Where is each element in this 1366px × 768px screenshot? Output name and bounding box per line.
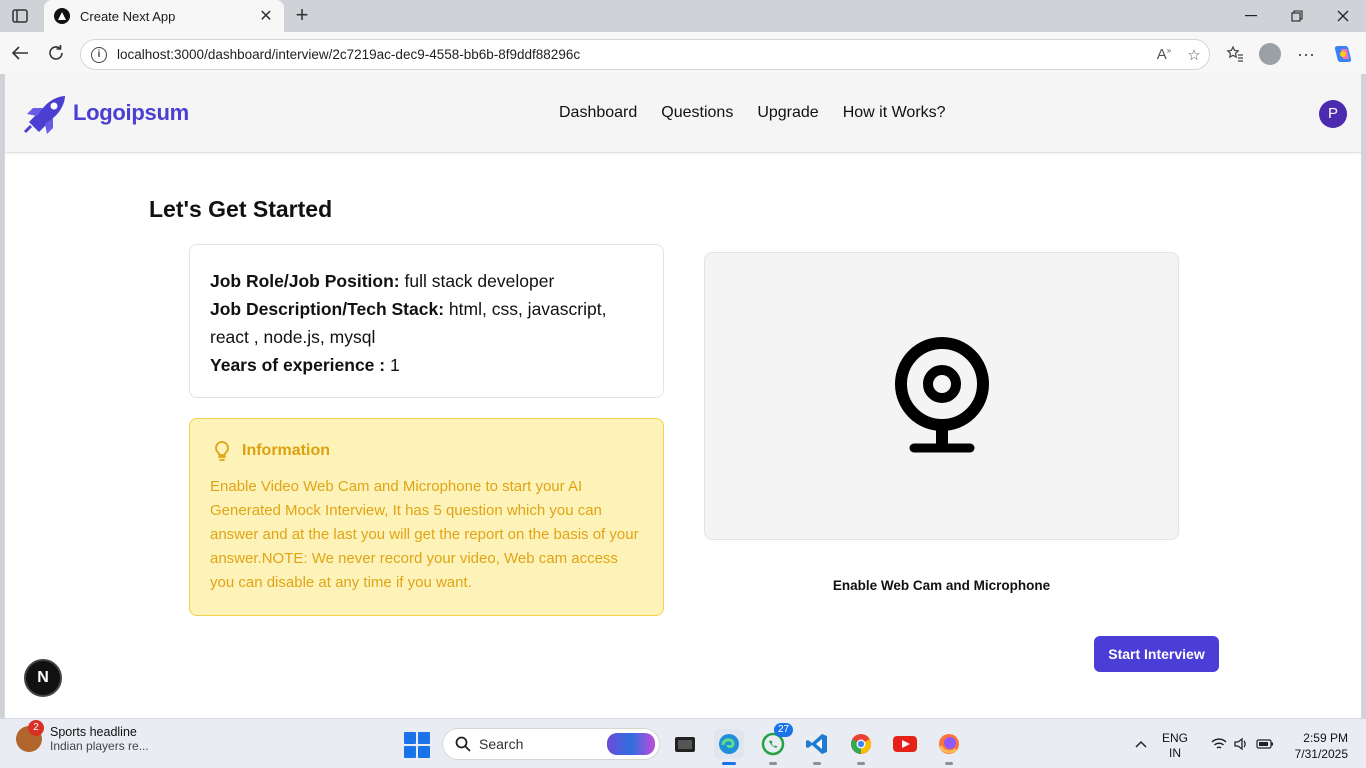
restore-icon[interactable] (1274, 0, 1320, 32)
edge-browser-icon[interactable] (714, 729, 744, 765)
news-subtitle: Indian players re... (50, 739, 149, 753)
copilot-icon[interactable] (1330, 41, 1356, 67)
favorites-icon[interactable] (1222, 41, 1248, 67)
webcam-icon (894, 337, 989, 453)
info-body: Enable Video Web Cam and Microphone to s… (210, 478, 639, 591)
site-info-icon[interactable]: i (91, 46, 107, 63)
back-arrow-icon[interactable] (8, 41, 32, 65)
windows-taskbar: 2 Sports headline Indian players re... S… (0, 718, 1366, 768)
experience-label: Years of experience : (210, 355, 386, 375)
system-clock[interactable]: 2:59 PM 7/31/2025 (1282, 730, 1348, 762)
search-icon (455, 736, 471, 752)
main-nav: Dashboard Questions Upgrade How it Works… (559, 104, 946, 122)
job-role-label: Job Role/Job Position: (210, 271, 400, 291)
refresh-icon[interactable] (44, 41, 68, 65)
profile-icon[interactable] (1257, 41, 1283, 67)
firefox-icon[interactable] (934, 729, 964, 765)
page-title: Let's Get Started (149, 196, 333, 222)
browser-tabbar: Create Next App ✕ + (0, 0, 1366, 32)
logo[interactable]: Logoipsum (23, 92, 189, 134)
user-avatar[interactable]: P (1319, 100, 1347, 128)
volume-icon[interactable] (1228, 729, 1254, 759)
language-line-1: ENG (1162, 731, 1189, 745)
experience-row: Years of experience : 1 (210, 351, 643, 379)
tab-title: Create Next App (80, 8, 176, 24)
chrome-icon[interactable] (846, 729, 876, 765)
windows-start-icon[interactable] (404, 732, 430, 758)
new-tab-button[interactable]: + (290, 4, 314, 28)
file-explorer-icon[interactable] (670, 729, 700, 759)
chevron-up-icon[interactable] (1128, 729, 1154, 759)
start-interview-button[interactable]: Start Interview (1094, 636, 1219, 672)
close-window-icon[interactable] (1320, 0, 1366, 32)
job-role-value: full stack developer (404, 271, 555, 291)
tab-close-icon[interactable]: ✕ (258, 6, 274, 26)
language-indicator[interactable]: ENG IN (1162, 731, 1188, 761)
more-menu-icon[interactable]: ··· (1293, 41, 1319, 67)
battery-icon[interactable] (1252, 729, 1278, 759)
webcam-placeholder[interactable] (704, 252, 1179, 540)
rocket-logo-icon (23, 96, 65, 134)
vscode-icon[interactable] (802, 729, 832, 765)
job-desc-row: Job Description/Tech Stack: html, css, j… (210, 295, 643, 351)
youtube-icon[interactable] (890, 729, 920, 759)
enable-webcam-label[interactable]: Enable Web Cam and Microphone (704, 578, 1179, 593)
lightbulb-icon (215, 441, 229, 461)
minimize-icon[interactable] (1228, 0, 1274, 32)
information-card: Information Enable Video Web Cam and Mic… (189, 418, 664, 616)
language-line-2: IN (1169, 746, 1181, 760)
news-title: Sports headline (50, 725, 137, 739)
nextjs-favicon-icon (54, 8, 70, 24)
web-page: Logoipsum Dashboard Questions Upgrade Ho… (4, 74, 1362, 718)
url-text[interactable]: localhost:3000/dashboard/interview/2c721… (117, 47, 1149, 62)
job-role-row: Job Role/Job Position: full stack develo… (210, 267, 643, 295)
nav-questions[interactable]: Questions (661, 104, 733, 122)
search-highlight-icon (607, 733, 655, 755)
sports-news-icon: 2 (16, 720, 44, 752)
whatsapp-icon[interactable]: 27 (758, 723, 794, 765)
job-desc-label: Job Description/Tech Stack: (210, 299, 445, 319)
taskbar-search[interactable]: Search (442, 728, 660, 760)
news-badge: 2 (28, 720, 44, 736)
address-bar[interactable]: i localhost:3000/dashboard/interview/2c7… (80, 39, 1210, 70)
info-heading: Information (242, 442, 330, 459)
nav-dashboard[interactable]: Dashboard (559, 104, 637, 122)
taskbar-search-label: Search (479, 736, 524, 752)
nav-upgrade[interactable]: Upgrade (757, 104, 818, 122)
read-aloud-icon[interactable]: A» (1149, 46, 1179, 63)
clock-date: 7/31/2025 (1294, 747, 1348, 761)
job-details-card: Job Role/Job Position: full stack develo… (189, 244, 664, 398)
nav-how-it-works[interactable]: How it Works? (843, 104, 946, 122)
tab-actions-icon[interactable] (8, 6, 32, 26)
info-heading-row: Information (210, 439, 643, 463)
experience-value: 1 (389, 355, 400, 375)
logo-text: Logoipsum (73, 100, 189, 125)
browser-tab-active[interactable]: Create Next App ✕ (44, 0, 284, 32)
favorite-star-icon[interactable]: ☆ (1179, 46, 1209, 64)
site-header: Logoipsum Dashboard Questions Upgrade Ho… (5, 74, 1361, 153)
news-widget[interactable]: 2 Sports headline Indian players re... (16, 720, 149, 753)
clock-time: 2:59 PM (1303, 731, 1348, 745)
nextjs-dev-badge[interactable]: N (24, 659, 62, 697)
whatsapp-badge: 27 (774, 723, 794, 737)
